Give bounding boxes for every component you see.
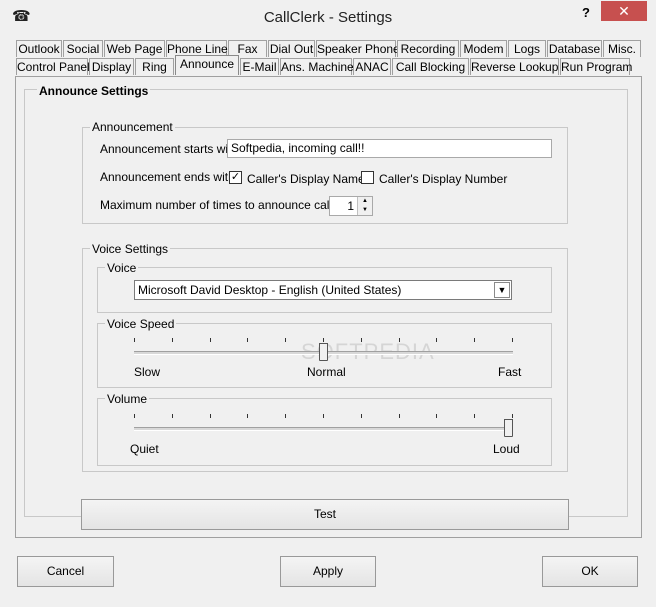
stepper-down-icon[interactable]: ▼ <box>358 206 372 215</box>
slider-tick <box>172 338 173 342</box>
section-title: Announce Settings <box>37 84 151 98</box>
tab-e-mail[interactable]: E-Mail <box>240 58 279 75</box>
tab-pane: Announce Settings Announcement Announcem… <box>15 76 642 538</box>
tab-misc[interactable]: Misc. <box>603 40 641 57</box>
tab-modem[interactable]: Modem <box>460 40 507 57</box>
starts-with-input[interactable]: Softpedia, incoming call!! <box>227 139 552 158</box>
test-button[interactable]: Test <box>81 499 569 530</box>
help-button[interactable]: ? <box>576 3 596 23</box>
slider-tick <box>323 338 324 342</box>
tab-recording[interactable]: Recording <box>397 40 459 57</box>
display-name-label: Caller's Display Name <box>247 172 365 186</box>
slider-thumb[interactable] <box>319 343 328 361</box>
tab-run-program[interactable]: Run Program <box>560 58 632 75</box>
tab-ring[interactable]: Ring <box>135 58 174 75</box>
slider-tick <box>512 338 513 342</box>
tab-call-blocking[interactable]: Call Blocking <box>392 58 469 75</box>
tab-ans-machine[interactable]: Ans. Machine <box>280 58 354 75</box>
slider-tick <box>247 414 248 418</box>
voice-label: Voice <box>105 261 139 275</box>
tab-logs[interactable]: Logs <box>508 40 546 57</box>
slider-tick <box>474 414 475 418</box>
slider-tick <box>247 338 248 342</box>
voice-settings-label: Voice Settings <box>90 242 171 256</box>
slider-thumb[interactable] <box>504 419 513 437</box>
slider-tick <box>361 414 362 418</box>
ends-with-label: Announcement ends with: <box>100 170 239 184</box>
display-number-checkbox[interactable] <box>361 171 374 184</box>
max-times-stepper[interactable]: 1 ▲ ▼ <box>329 196 373 216</box>
voice-speed-slider[interactable] <box>134 335 513 361</box>
volume-slider[interactable] <box>134 411 513 437</box>
announcement-group-label: Announcement <box>90 120 175 134</box>
chevron-down-icon[interactable]: ▼ <box>494 282 510 298</box>
ok-button[interactable]: OK <box>542 556 638 587</box>
slider-tick <box>172 414 173 418</box>
slider-tick <box>134 414 135 418</box>
tab-social[interactable]: Social <box>63 40 103 57</box>
slider-track <box>134 427 513 431</box>
tab-outlook[interactable]: Outlook <box>16 40 62 57</box>
speed-slow-label: Slow <box>134 365 161 379</box>
tab-announce[interactable]: Announce <box>175 55 239 75</box>
max-times-value: 1 <box>347 199 354 213</box>
slider-tick <box>512 414 513 418</box>
slider-tick <box>285 414 286 418</box>
apply-button[interactable]: Apply <box>280 556 376 587</box>
volume-quiet-label: Quiet <box>130 442 159 456</box>
volume-label: Volume <box>105 392 150 406</box>
speed-normal-label: Normal <box>307 365 346 379</box>
tab-dial-out[interactable]: Dial Out <box>268 40 315 57</box>
close-button[interactable]: ✕ <box>601 1 647 21</box>
tab-control-panel[interactable]: Control Panel <box>16 58 90 75</box>
display-number-label: Caller's Display Number <box>379 172 508 186</box>
slider-tick <box>436 414 437 418</box>
slider-tick <box>361 338 362 342</box>
tab-anac[interactable]: ANAC <box>353 58 391 75</box>
slider-tick <box>210 414 211 418</box>
starts-with-label: Announcement starts with: <box>100 142 242 156</box>
voice-select-value: Microsoft David Desktop - English (Unite… <box>138 283 402 297</box>
tab-reverse-lookup[interactable]: Reverse Lookup <box>470 58 559 75</box>
slider-tick <box>399 414 400 418</box>
slider-tick <box>134 338 135 342</box>
speed-fast-label: Fast <box>498 365 522 379</box>
display-name-checkbox[interactable]: ✓ <box>229 171 242 184</box>
stepper-buttons: ▲ ▼ <box>357 197 372 215</box>
max-times-label: Maximum number of times to announce call… <box>100 198 347 212</box>
checkmark-icon: ✓ <box>230 171 241 183</box>
slider-tick <box>285 338 286 342</box>
volume-loud-label: Loud <box>493 442 520 456</box>
tab-speaker-phone[interactable]: Speaker Phone <box>316 40 400 57</box>
window-title: CallClerk - Settings <box>263 9 393 26</box>
tab-database[interactable]: Database <box>547 40 602 57</box>
slider-tick <box>210 338 211 342</box>
title-bar: ☎ CallClerk - Settings ? ✕ <box>0 0 656 36</box>
slider-tick <box>399 338 400 342</box>
close-icon[interactable]: ✕ <box>618 3 630 19</box>
slider-tick <box>323 414 324 418</box>
cancel-button[interactable]: Cancel <box>17 556 114 587</box>
tab-web-page[interactable]: Web Page <box>104 40 165 57</box>
tab-display[interactable]: Display <box>89 58 134 75</box>
slider-tick <box>436 338 437 342</box>
slider-tick <box>474 338 475 342</box>
voice-speed-label: Voice Speed <box>105 317 177 331</box>
voice-select[interactable]: Microsoft David Desktop - English (Unite… <box>134 280 512 300</box>
